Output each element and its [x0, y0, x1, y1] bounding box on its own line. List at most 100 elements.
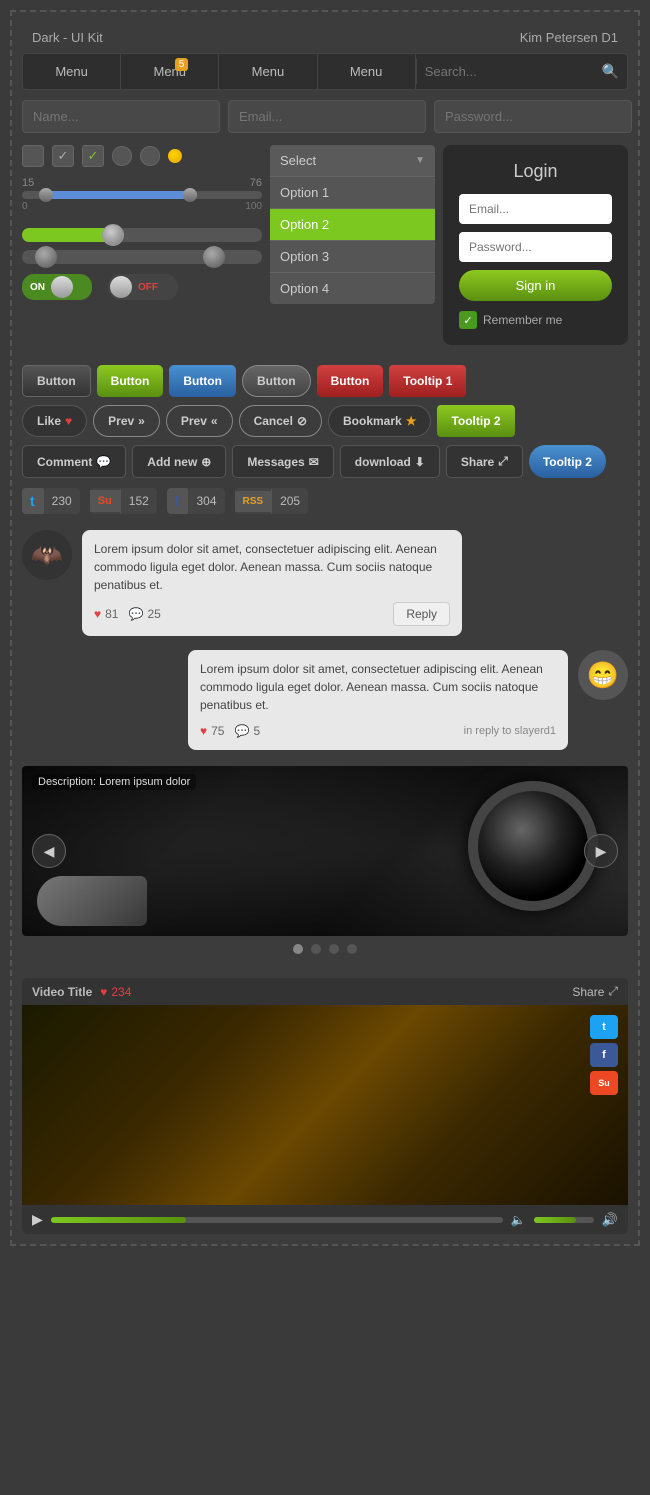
button-red[interactable]: Button [317, 365, 384, 397]
nav-item-1[interactable]: Menu [23, 54, 121, 89]
carousel-next-button[interactable]: ▶ [584, 834, 618, 868]
share-button[interactable]: Share ⤢ [446, 445, 523, 478]
bubble-right-comments[interactable]: 💬 5 [234, 722, 260, 740]
checkbox-empty[interactable] [22, 145, 44, 167]
avatar-batman: 🦇 [22, 530, 72, 580]
nav-bar: Menu Menu 5 Menu Menu 🔍 [22, 53, 628, 90]
star-icon: ★ [406, 414, 417, 428]
cancel-button[interactable]: Cancel ⊘ [239, 405, 322, 437]
carousel-dot-2[interactable] [311, 944, 321, 954]
prev-button-2[interactable]: Prev « [166, 405, 233, 437]
prev-label-1: Prev [108, 414, 134, 428]
add-new-button[interactable]: Add new ⊕ [132, 445, 226, 478]
slider-dark[interactable] [22, 250, 262, 264]
nav-item-4[interactable]: Menu [318, 54, 416, 89]
hand-visual [37, 876, 147, 926]
toggle-on[interactable]: ON [22, 274, 92, 300]
reply-button[interactable]: Reply [393, 602, 450, 626]
carousel-prev-button[interactable]: ◀ [32, 834, 66, 868]
search-input[interactable] [425, 64, 602, 79]
bookmark-label: Bookmark [343, 414, 402, 428]
nav-item-2[interactable]: Menu 5 [121, 54, 219, 89]
slider-thumb-left[interactable] [39, 188, 53, 202]
facebook-counter[interactable]: f 304 [167, 488, 225, 514]
dropdown-select[interactable]: Select ▼ [270, 145, 435, 176]
slider-knob-right[interactable] [203, 246, 225, 268]
bubble-likes[interactable]: ♥ 81 [94, 605, 118, 623]
prev-button-1[interactable]: Prev » [93, 405, 160, 437]
tooltip-button-2[interactable]: Tooltip 2 [437, 405, 514, 437]
email-input[interactable] [228, 100, 426, 133]
password-input[interactable] [434, 100, 632, 133]
play-button[interactable]: ▶ [32, 1211, 43, 1228]
nav-search[interactable]: 🔍 [416, 59, 627, 84]
checkbox-green[interactable]: ✓ [82, 145, 104, 167]
name-input[interactable] [22, 100, 220, 133]
dropdown-option-3[interactable]: Option 3 [270, 240, 435, 272]
button-blue[interactable]: Button [169, 365, 236, 397]
bubble-right-comments-count: 5 [253, 722, 260, 740]
video-facebook-btn[interactable]: f [590, 1043, 618, 1067]
plus-icon: ⊕ [201, 455, 211, 469]
login-email[interactable] [459, 194, 612, 224]
envelope-icon: ✉ [309, 455, 319, 469]
dropdown-option-1[interactable]: Option 1 [270, 176, 435, 208]
twitter-counter[interactable]: t 230 [22, 488, 80, 514]
radio-btn-2[interactable] [140, 146, 160, 166]
bubble-comments[interactable]: 💬 25 [128, 605, 160, 623]
carousel-image: Description: Lorem ipsum dolor ◀ ▶ [22, 766, 628, 936]
tooltip-button-1[interactable]: Tooltip 1 [389, 365, 466, 397]
nav-item-3[interactable]: Menu [219, 54, 317, 89]
button-gray[interactable]: Button [242, 365, 311, 397]
volume-bar[interactable] [534, 1217, 594, 1223]
slider-thumb-right[interactable] [183, 188, 197, 202]
slider-track-1[interactable] [22, 191, 262, 199]
btn-row-3: Comment 💬 Add new ⊕ Messages ✉ download … [22, 445, 628, 478]
video-share-label: Share [572, 985, 604, 999]
dropdown-option-2[interactable]: Option 2 [270, 208, 435, 240]
bubble-heart-icon: ♥ [94, 605, 101, 623]
download-button[interactable]: download ⬇ [340, 445, 440, 478]
sign-in-button[interactable]: Sign in [459, 270, 612, 301]
prev-arrow-1: » [138, 414, 145, 428]
carousel-dot-4[interactable] [347, 944, 357, 954]
progress-bar[interactable] [51, 1217, 503, 1223]
video-share-icon: ⤢ [608, 984, 618, 999]
login-password[interactable] [459, 232, 612, 262]
like-button[interactable]: Like ♥ [22, 405, 87, 437]
slider-knob-green[interactable] [102, 224, 124, 246]
comment-button[interactable]: Comment 💬 [22, 445, 126, 478]
video-title: Video Title [32, 985, 92, 999]
avatar-smile: 😁 [578, 650, 628, 700]
tooltip-button-3[interactable]: Tooltip 2 [529, 445, 606, 478]
video-twitter-btn[interactable]: t [590, 1015, 618, 1039]
video-stumble-btn[interactable]: Su [590, 1071, 618, 1095]
slider-knob-left[interactable] [35, 246, 57, 268]
bubble-right-text: Lorem ipsum dolor sit amet, consectetuer… [200, 662, 543, 712]
remember-checkbox[interactable]: ✓ [459, 311, 477, 329]
video-share[interactable]: Share ⤢ [572, 984, 618, 999]
video-section: Video Title ♥ 234 Share ⤢ t f Su ▶ [22, 978, 628, 1234]
toggle-off[interactable]: OFF [108, 274, 178, 300]
slider-green[interactable] [22, 228, 262, 242]
button-green[interactable]: Button [97, 365, 164, 397]
stumble-counter[interactable]: Su 152 [90, 488, 157, 514]
rss-counter[interactable]: RSS 205 [235, 488, 309, 514]
video-image: t f Su [22, 1005, 628, 1205]
carousel-dot-1[interactable] [293, 944, 303, 954]
checkbox-checked[interactable]: ✓ [52, 145, 74, 167]
dropdown-option-4[interactable]: Option 4 [270, 272, 435, 304]
comment-icon: 💬 [96, 455, 111, 469]
facebook-count: 304 [187, 489, 224, 513]
bookmark-button[interactable]: Bookmark ★ [328, 405, 431, 437]
toggle-knob-off [110, 276, 132, 298]
remember-label: Remember me [483, 313, 562, 327]
carousel-dot-3[interactable] [329, 944, 339, 954]
button-dark[interactable]: Button [22, 365, 91, 397]
messages-label: Messages [247, 455, 304, 469]
messages-button[interactable]: Messages ✉ [232, 445, 333, 478]
bubble-right-likes[interactable]: ♥ 75 [200, 722, 224, 740]
radio-btn-1[interactable] [112, 146, 132, 166]
video-header: Video Title ♥ 234 Share ⤢ [22, 978, 628, 1005]
facebook-icon-box: f [167, 488, 188, 514]
